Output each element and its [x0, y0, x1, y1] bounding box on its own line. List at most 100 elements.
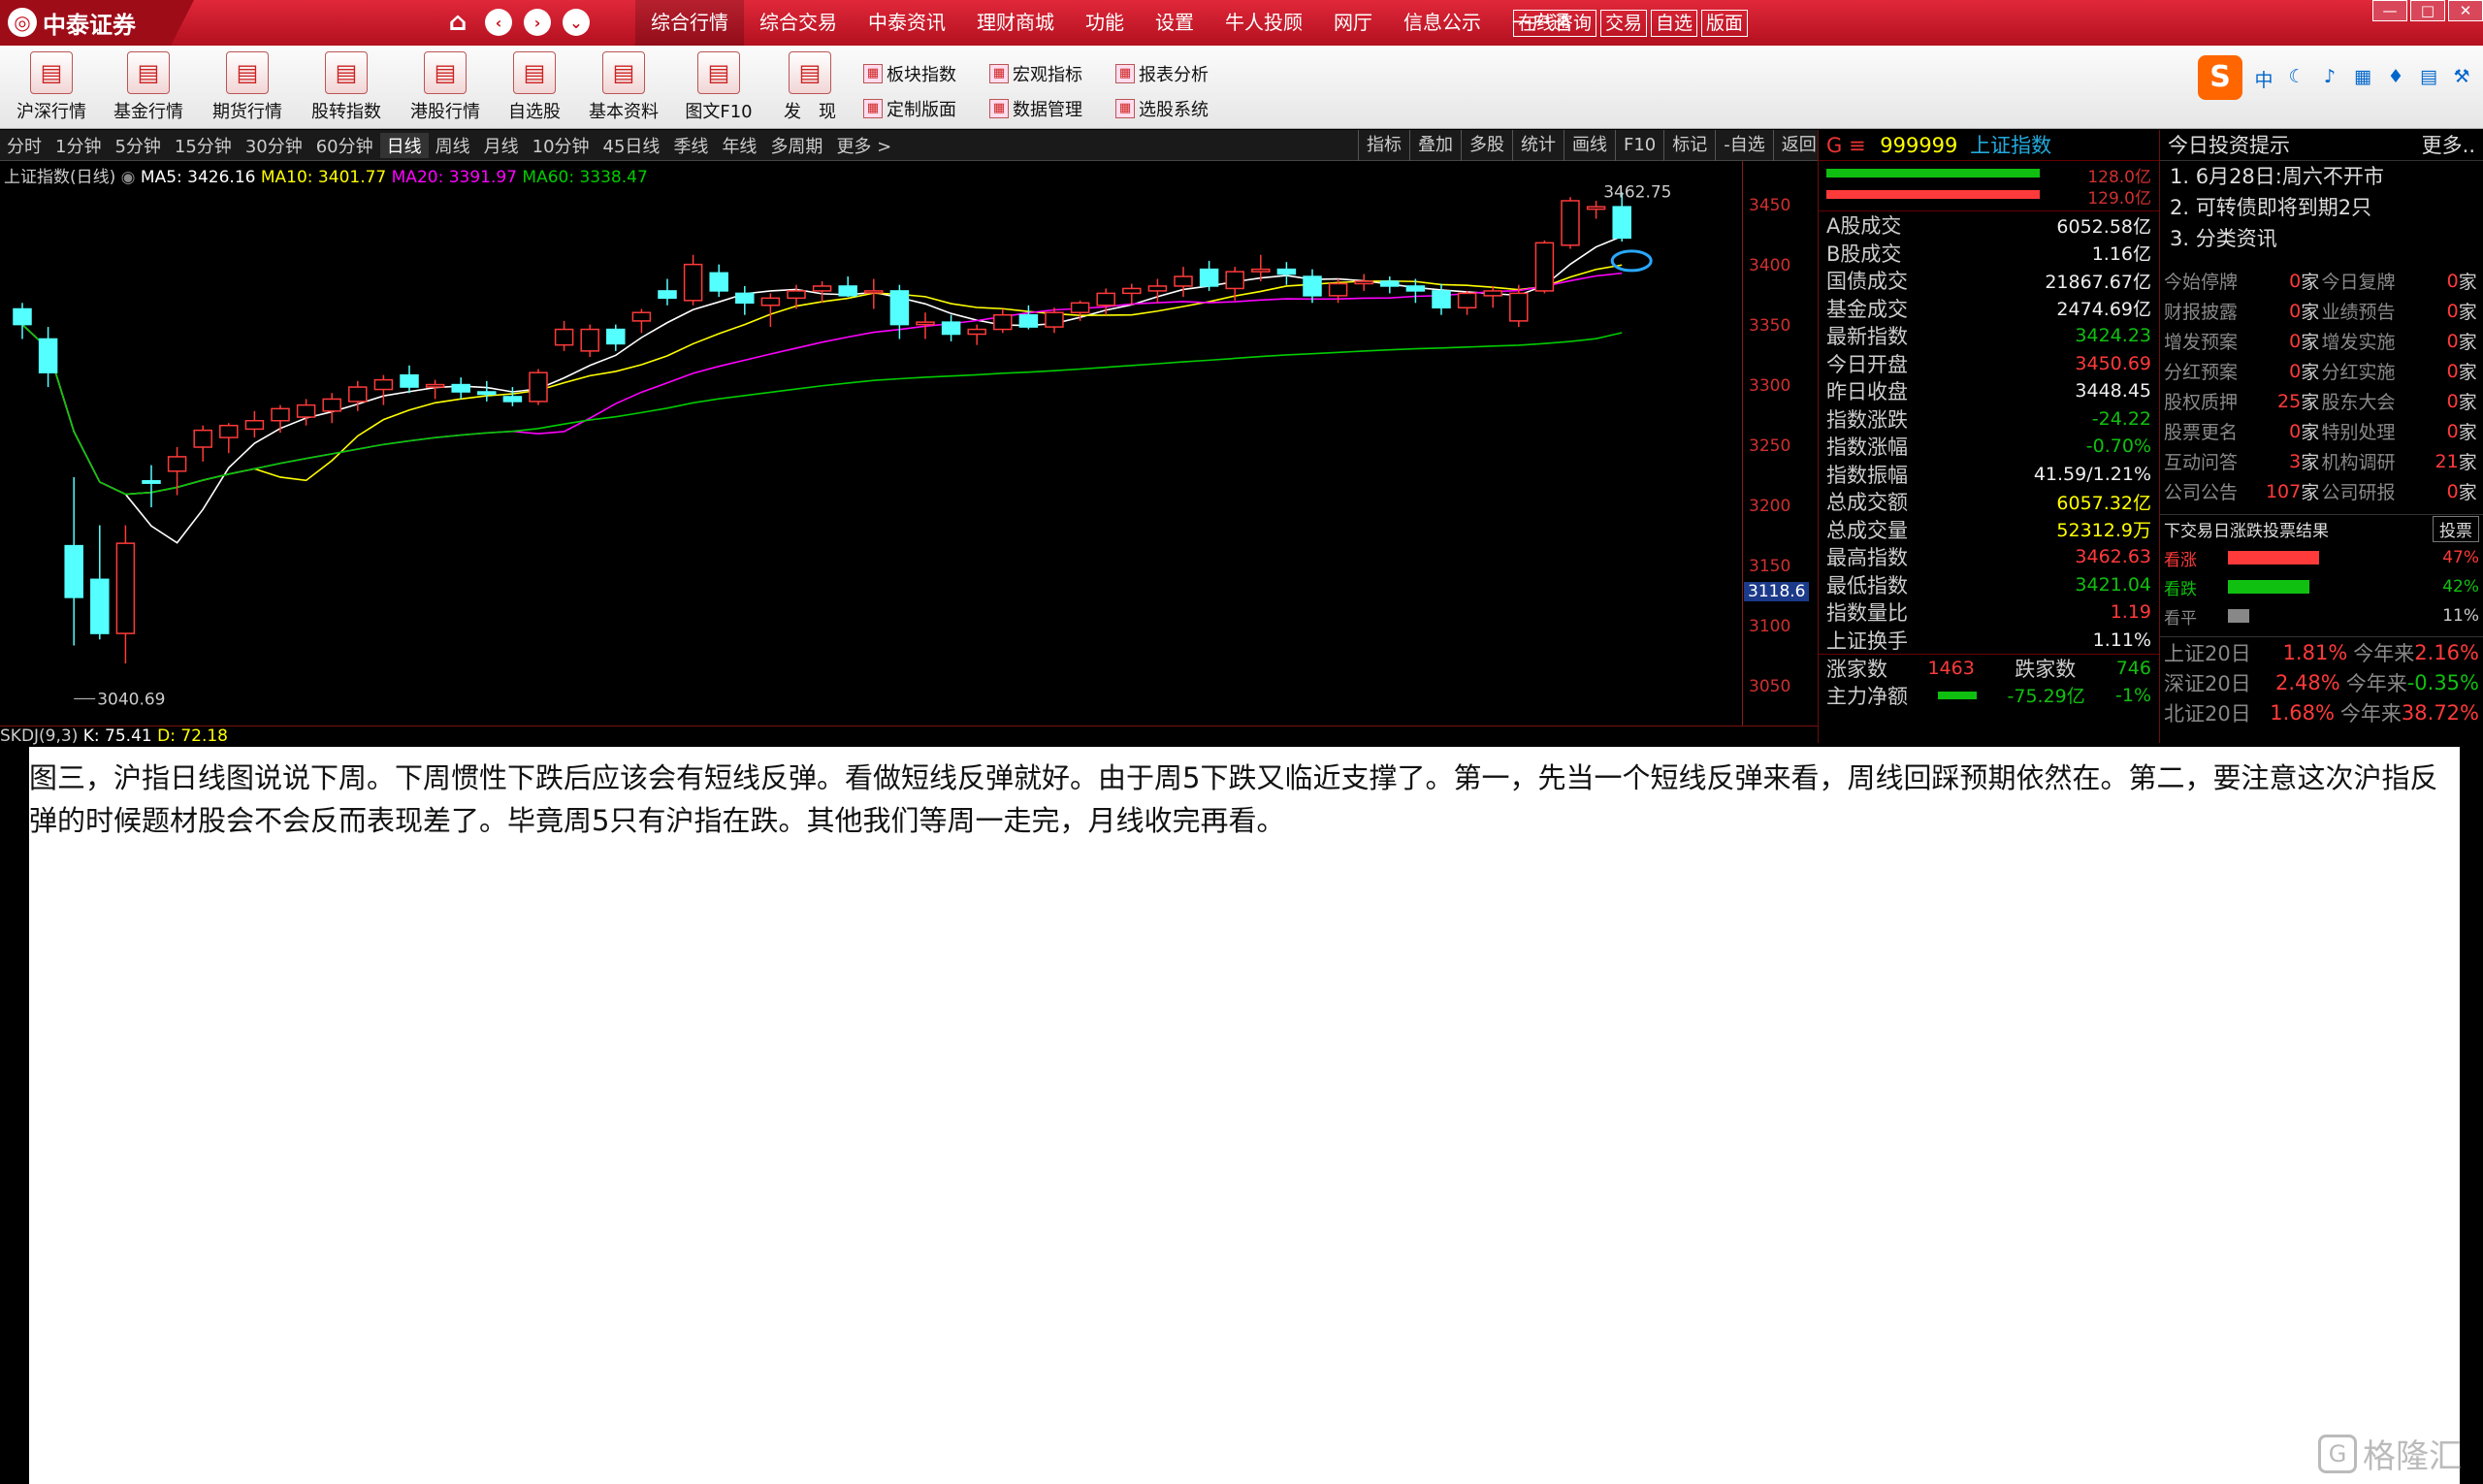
toolbar-button[interactable]: ▤ 股转指数: [303, 51, 390, 123]
period-tab[interactable]: 分时: [0, 133, 48, 158]
period-tab[interactable]: 日线: [379, 132, 429, 158]
menu-item[interactable]: 综合交易: [744, 0, 853, 46]
toolbar-button[interactable]: ▤ 基本资料: [580, 51, 667, 123]
dropdown-icon[interactable]: ⌄: [563, 9, 590, 36]
toolbar-small-button[interactable]: ▦ 宏观指标: [989, 61, 1082, 86]
mic-icon[interactable]: ♪: [2318, 66, 2341, 89]
stat-name[interactable]: 公司研报: [2322, 478, 2397, 504]
menu-box[interactable]: 交易: [1600, 10, 1648, 37]
maximize-icon[interactable]: □: [2410, 0, 2445, 21]
stat-count: 0: [2289, 270, 2302, 292]
chart-tool[interactable]: 标记: [1663, 130, 1715, 161]
quote-g[interactable]: G ≡: [1826, 134, 1866, 157]
minimize-icon[interactable]: —: [2372, 0, 2407, 21]
chart-tool[interactable]: 统计: [1512, 130, 1564, 161]
tip-item[interactable]: 1. 6月28日:周六不开市: [2160, 161, 2483, 192]
back-icon[interactable]: ‹: [485, 9, 512, 36]
period-tab[interactable]: 30分钟: [239, 133, 309, 158]
kline-chart[interactable]: 3462.75 3040.69 上证指数(日线) ◉ MA5: 3426.16 M…: [0, 161, 1818, 743]
tip-item[interactable]: 2. 可转债即将到期2只: [2160, 192, 2483, 223]
menu-item[interactable]: 综合行情: [635, 0, 744, 46]
keyboard-icon[interactable]: ▦: [2351, 66, 2374, 89]
period-tab[interactable]: 多周期: [763, 133, 829, 158]
menu-item[interactable]: 牛人投顾: [1209, 0, 1318, 46]
vote-button[interactable]: 投票: [2433, 516, 2479, 542]
moon-icon[interactable]: ☾: [2285, 66, 2308, 89]
high-label: 3462.75: [1603, 182, 1671, 202]
menu-item[interactable]: 中泰资讯: [853, 0, 961, 46]
period-tab[interactable]: 5分钟: [108, 133, 167, 158]
stat-name[interactable]: 股票更名: [2164, 418, 2239, 444]
menu-item[interactable]: 信息公示: [1388, 0, 1497, 46]
menu-item[interactable]: 理财商城: [961, 0, 1070, 46]
chinese-input-icon[interactable]: 中: [2252, 66, 2275, 91]
stat-name[interactable]: 业绩预告: [2322, 298, 2397, 324]
toolbar-small-button[interactable]: ▦ 定制版面: [863, 96, 956, 121]
stat-name[interactable]: 公司公告: [2164, 478, 2239, 504]
period-tab[interactable]: 60分钟: [309, 133, 380, 158]
toolbar-button[interactable]: ▤ 图文F10: [675, 51, 762, 123]
legend-toggle-icon[interactable]: ◉: [121, 168, 136, 187]
stat-name[interactable]: 机构调研: [2322, 448, 2397, 474]
stat-name[interactable]: 增发预案: [2164, 328, 2239, 354]
stat-name[interactable]: 财报披露: [2164, 298, 2239, 324]
grid-icon[interactable]: ▤: [2417, 66, 2440, 89]
menu-item[interactable]: 网厅: [1318, 0, 1388, 46]
tips-more[interactable]: 更多..: [2422, 130, 2475, 160]
stat-name[interactable]: 今始停牌: [2164, 268, 2239, 294]
shirt-icon[interactable]: ♦: [2384, 66, 2407, 89]
menu-box[interactable]: 自选: [1651, 10, 1698, 37]
chart-tool[interactable]: 画线: [1564, 130, 1615, 161]
indicator-name[interactable]: SKDJ(9,3): [0, 726, 78, 746]
chart-tool[interactable]: F10: [1615, 130, 1663, 161]
toolbar-small-button[interactable]: ▦ 选股系统: [1115, 96, 1209, 121]
stat-name[interactable]: 股东大会: [2322, 388, 2397, 414]
toolbar-button[interactable]: ▤ 自选股: [491, 51, 578, 123]
chart-tool[interactable]: -自选: [1715, 130, 1773, 161]
period-tab[interactable]: 月线: [477, 133, 526, 158]
toolbar-button[interactable]: ▤ 港股行情: [402, 51, 489, 123]
chart-tool[interactable]: 叠加: [1409, 130, 1461, 161]
price-axis: 3450 3400 3350 3300 3250 3200 3150 3100 3050: [1742, 161, 1818, 743]
toolbar-small-button[interactable]: ▦ 报表分析: [1115, 61, 1209, 86]
stat-name[interactable]: 分红预案: [2164, 358, 2239, 384]
tip-item[interactable]: 3. 分类资讯: [2160, 223, 2483, 254]
candle-body: [993, 313, 1013, 331]
forward-icon[interactable]: ›: [524, 9, 551, 36]
home-icon[interactable]: ⌂: [444, 8, 471, 37]
menu-box[interactable]: 在线咨询: [1513, 10, 1597, 37]
toolbar-button[interactable]: ▤ 期货行情: [204, 51, 291, 123]
brand-icon[interactable]: S: [2198, 55, 2242, 100]
period-tab[interactable]: 45日线: [597, 133, 667, 158]
period-tab[interactable]: 周线: [429, 133, 477, 158]
stat-name[interactable]: 今日复牌: [2322, 268, 2397, 294]
quote-value: 41.59/1.21%: [2033, 463, 2151, 485]
toolbar-small-button[interactable]: ▦ 数据管理: [989, 96, 1082, 121]
chart-tool[interactable]: 多股: [1461, 130, 1512, 161]
chart-tool[interactable]: 指标: [1358, 130, 1409, 161]
period-tab[interactable]: 更多 >: [829, 133, 898, 158]
stat-name[interactable]: 股权质押: [2164, 388, 2239, 414]
period-tab[interactable]: 季线: [666, 133, 715, 158]
stat-name[interactable]: 分红实施: [2322, 358, 2397, 384]
tool-icon[interactable]: ⚒: [2450, 66, 2473, 89]
menu-box[interactable]: 版面: [1701, 10, 1749, 37]
menu-item[interactable]: 功能: [1070, 0, 1140, 46]
close-icon[interactable]: ✕: [2448, 0, 2483, 21]
toolbar-button[interactable]: ▤ 沪深行情: [8, 51, 95, 123]
stat-name[interactable]: 增发实施: [2322, 328, 2397, 354]
period-tab[interactable]: 15分钟: [168, 133, 239, 158]
toolbar-button[interactable]: ▤ 基金行情: [105, 51, 192, 123]
period-tab[interactable]: 1分钟: [48, 133, 108, 158]
toolbar-button[interactable]: ▤ 发 现: [766, 51, 854, 123]
stat-name[interactable]: 互动问答: [2164, 448, 2239, 474]
menu-item[interactable]: 设置: [1140, 0, 1209, 46]
price-tick: 3350: [1749, 316, 1791, 337]
stat-name[interactable]: 特别处理: [2322, 418, 2397, 444]
chart-tool[interactable]: 返回: [1772, 130, 1824, 161]
toolbar-small-button[interactable]: ▦ 板块指数: [863, 61, 956, 86]
period-tab[interactable]: 10分钟: [526, 133, 597, 158]
candle-body: [1122, 287, 1142, 295]
period-tab[interactable]: 年线: [715, 133, 763, 158]
down-label: 跌家数: [2015, 657, 2077, 681]
